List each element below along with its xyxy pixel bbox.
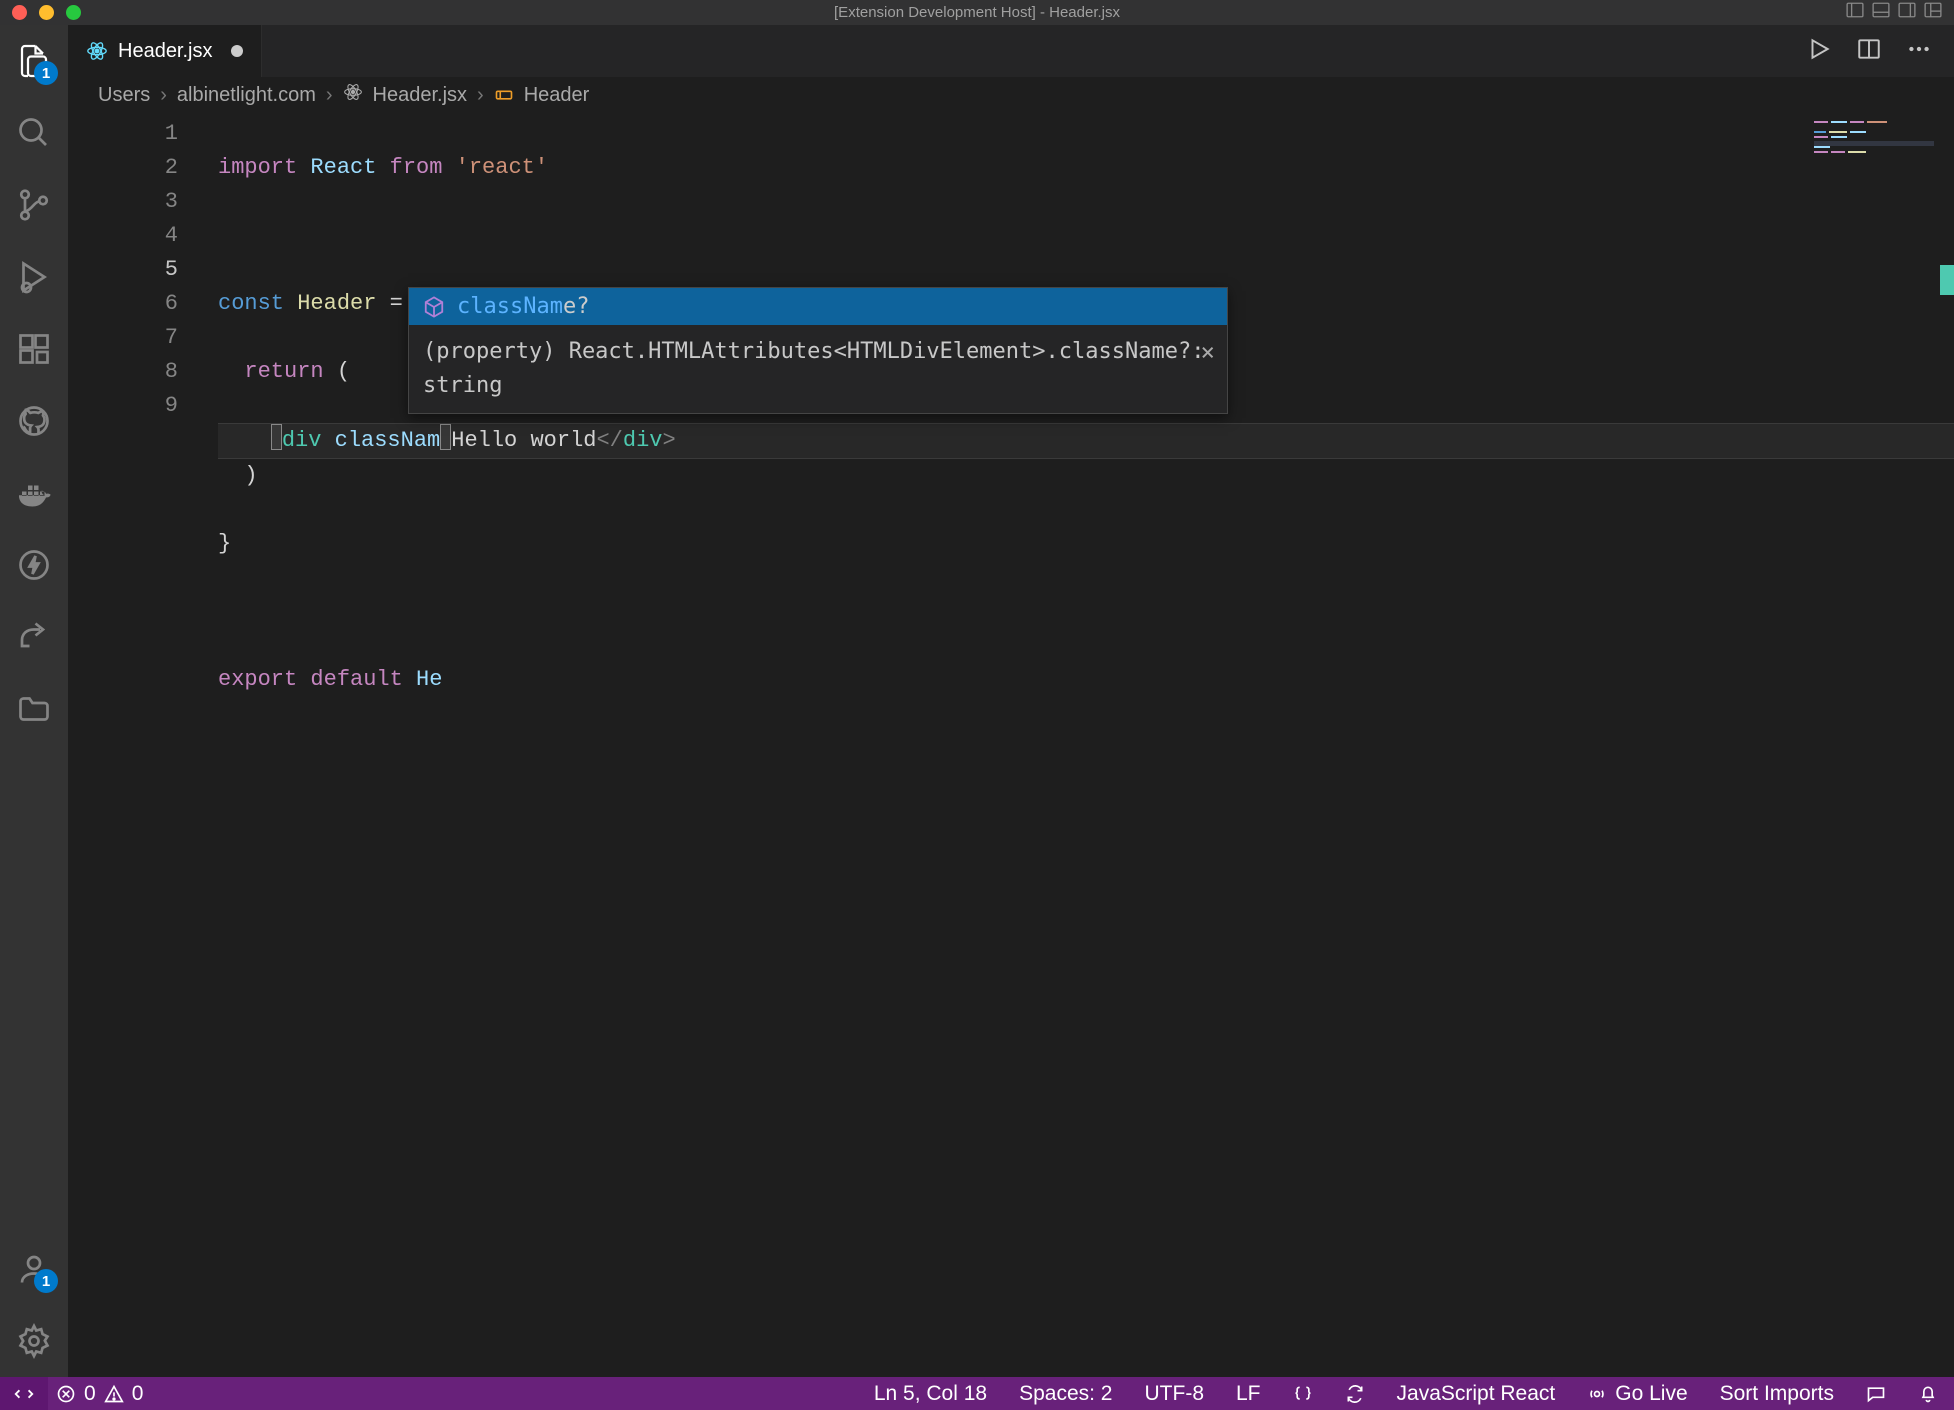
line-number: 4: [68, 219, 178, 253]
minimap[interactable]: [1814, 121, 1934, 161]
activity-accounts[interactable]: 1: [14, 1249, 54, 1289]
line-number: 7: [68, 321, 178, 355]
activity-thunder[interactable]: [14, 545, 54, 585]
chevron-right-icon: ›: [477, 84, 484, 107]
status-braces-icon[interactable]: [1293, 1384, 1313, 1404]
react-file-icon: [343, 82, 363, 108]
layout-panel-left-icon[interactable]: [1846, 1, 1864, 24]
line-number: 1: [68, 117, 178, 151]
status-problems[interactable]: 0 0: [56, 1382, 143, 1406]
activity-folder[interactable]: [14, 689, 54, 729]
accounts-badge: 1: [34, 1269, 58, 1293]
activity-settings[interactable]: [14, 1321, 54, 1361]
status-bell-icon[interactable]: [1918, 1384, 1938, 1404]
tab-label: Header.jsx: [118, 40, 213, 63]
overview-ruler-marker: [1940, 265, 1954, 295]
breadcrumb-seg[interactable]: albinetlight.com: [177, 84, 316, 107]
close-icon[interactable]: ×: [1201, 335, 1215, 369]
line-number: 5: [68, 253, 178, 287]
line-number: 3: [68, 185, 178, 219]
editor-region: Header.jsx Users › albinetlight.com › He…: [68, 25, 1954, 1377]
activity-explorer[interactable]: 1: [14, 41, 54, 81]
window-controls: [12, 5, 81, 20]
suggest-doc-text: (property) React.HTMLAttributes<HTMLDivE…: [423, 339, 1204, 398]
activity-extensions[interactable]: [14, 329, 54, 369]
layout-panel-right-icon[interactable]: [1898, 1, 1916, 24]
activity-docker[interactable]: [14, 473, 54, 513]
breadcrumb-seg[interactable]: Users: [98, 84, 150, 107]
tabbar: Header.jsx: [68, 25, 1954, 77]
tabbar-actions: [1806, 36, 1954, 67]
code-editor[interactable]: 1 2 3 4 5 6 7 8 9 import React from 'rea…: [68, 113, 1954, 1377]
status-sync-icon[interactable]: [1345, 1384, 1365, 1404]
breadcrumb-seg[interactable]: Header: [524, 84, 590, 107]
activity-source-control[interactable]: [14, 185, 54, 225]
suggest-match: classNam: [457, 294, 563, 319]
line-number: 8: [68, 355, 178, 389]
line-number-gutter: 1 2 3 4 5 6 7 8 9: [68, 113, 218, 1377]
titlebar: [Extension Development Host] - Header.js…: [0, 0, 1954, 25]
window-title: [Extension Development Host] - Header.js…: [834, 4, 1120, 21]
chevron-right-icon: ›: [160, 84, 167, 107]
symbol-variable-icon: [494, 85, 514, 105]
status-cursor-position[interactable]: Ln 5, Col 18: [874, 1382, 987, 1406]
status-sort-imports[interactable]: Sort Imports: [1720, 1382, 1834, 1406]
suggest-rest: e?: [563, 294, 590, 319]
suggest-widget[interactable]: className? (property) React.HTMLAttribut…: [408, 287, 1228, 414]
dirty-indicator-icon: [231, 45, 243, 57]
statusbar: 0 0 Ln 5, Col 18 Spaces: 2 UTF-8 LF Java…: [0, 1377, 1954, 1410]
titlebar-layout-controls: [1846, 1, 1942, 24]
layout-panel-bottom-icon[interactable]: [1872, 1, 1890, 24]
status-language-mode[interactable]: JavaScript React: [1397, 1382, 1556, 1406]
chevron-right-icon: ›: [326, 84, 333, 107]
run-file-icon[interactable]: [1806, 36, 1832, 67]
status-indentation[interactable]: Spaces: 2: [1019, 1382, 1112, 1406]
activity-bar: 1 1: [0, 25, 68, 1377]
suggest-item-classname[interactable]: className?: [409, 288, 1227, 325]
activity-search[interactable]: [14, 113, 54, 153]
react-file-icon: [86, 40, 108, 62]
errors-count: 0: [84, 1382, 96, 1406]
line-number: 2: [68, 151, 178, 185]
layout-customize-icon[interactable]: [1924, 1, 1942, 24]
status-encoding[interactable]: UTF-8: [1145, 1382, 1205, 1406]
breadcrumbs[interactable]: Users › albinetlight.com › Header.jsx › …: [68, 77, 1954, 113]
breadcrumb-seg[interactable]: Header.jsx: [373, 84, 468, 107]
split-editor-icon[interactable]: [1856, 36, 1882, 67]
maximize-window-button[interactable]: [66, 5, 81, 20]
symbol-property-icon: [423, 296, 445, 318]
line-number: 6: [68, 287, 178, 321]
tab-header-jsx[interactable]: Header.jsx: [68, 25, 262, 77]
more-actions-icon[interactable]: [1906, 36, 1932, 67]
activity-share[interactable]: [14, 617, 54, 657]
remote-indicator[interactable]: [0, 1377, 48, 1410]
explorer-badge: 1: [34, 61, 58, 85]
activity-github[interactable]: [14, 401, 54, 441]
activity-run-debug[interactable]: [14, 257, 54, 297]
status-feedback-icon[interactable]: [1866, 1384, 1886, 1404]
status-eol[interactable]: LF: [1236, 1382, 1261, 1406]
warnings-count: 0: [132, 1382, 144, 1406]
minimize-window-button[interactable]: [39, 5, 54, 20]
status-go-live[interactable]: Go Live: [1587, 1382, 1687, 1406]
suggest-documentation: (property) React.HTMLAttributes<HTMLDivE…: [409, 325, 1227, 413]
line-number: 9: [68, 389, 178, 423]
close-window-button[interactable]: [12, 5, 27, 20]
